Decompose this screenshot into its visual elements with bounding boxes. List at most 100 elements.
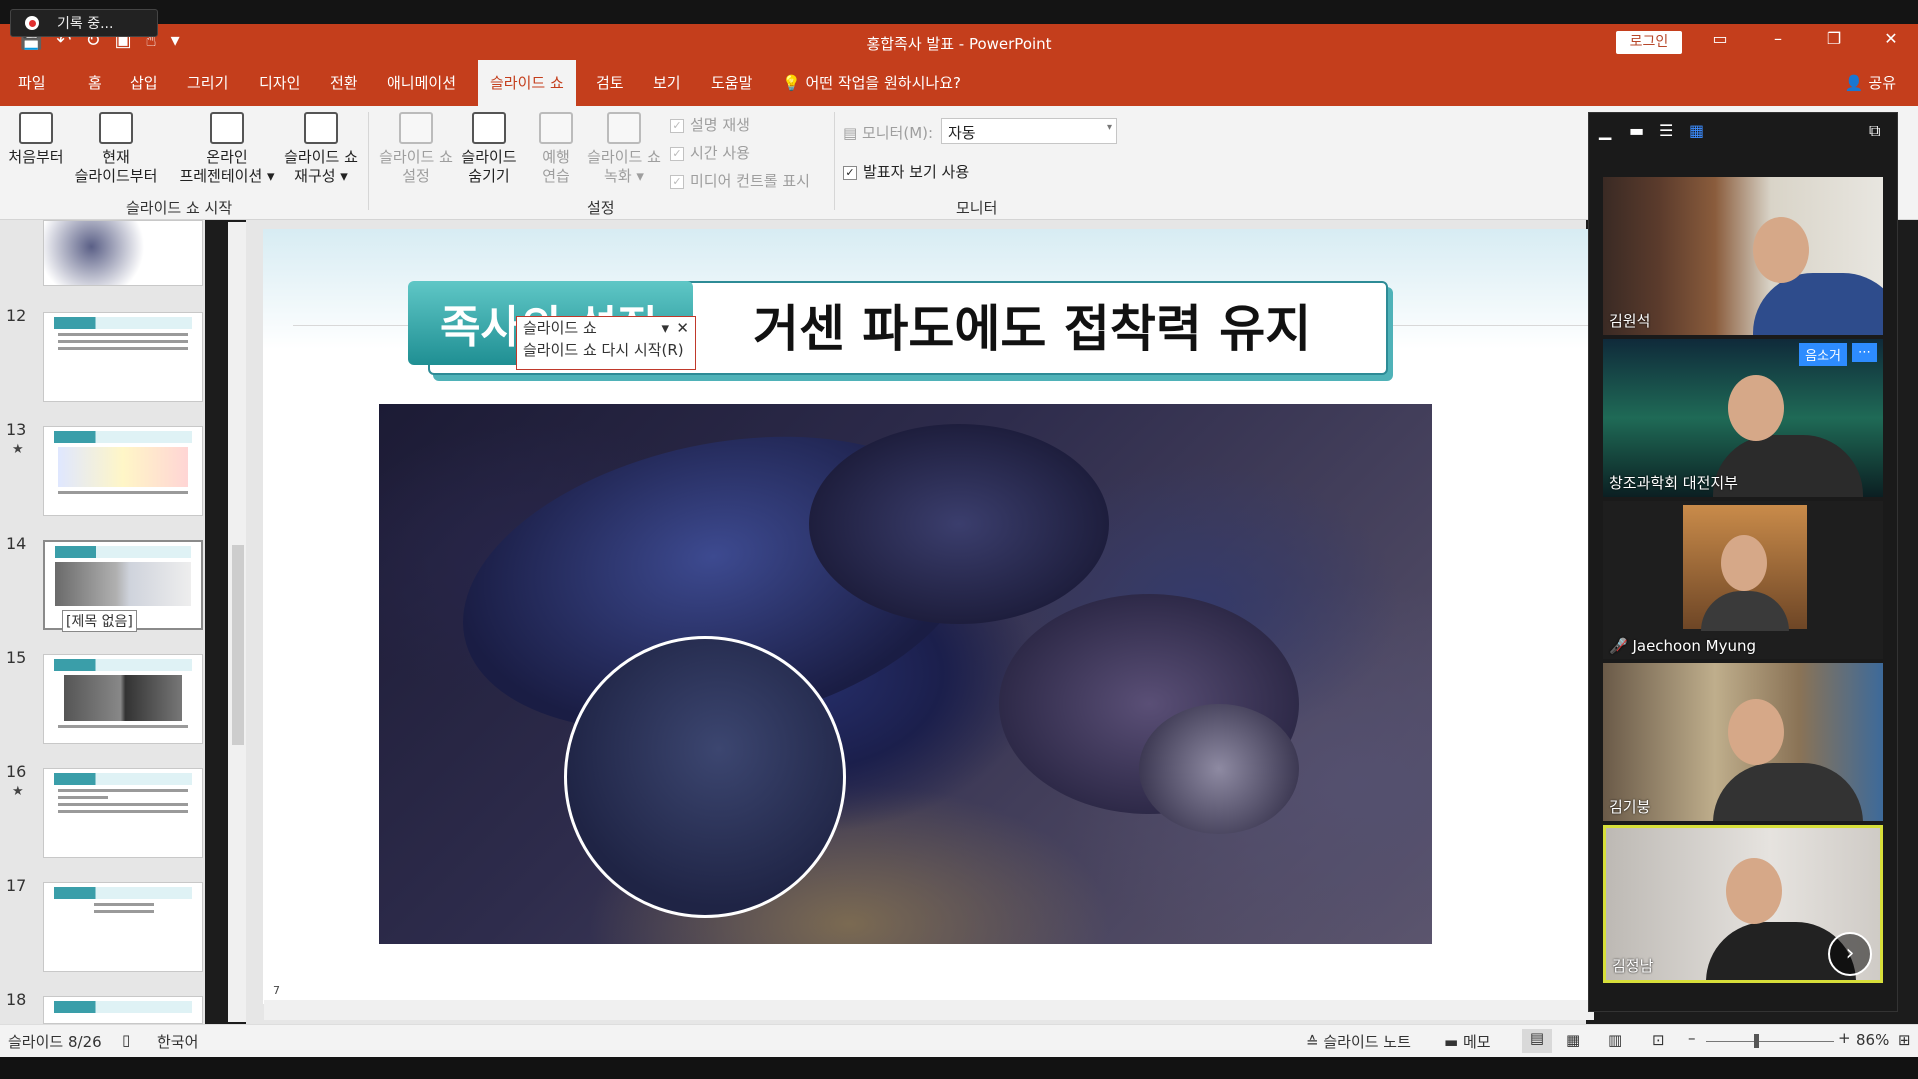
speaker-view-icon[interactable]: ▬ [1629, 121, 1644, 140]
from-current-button[interactable]: 현재 슬라이드부터 [68, 112, 164, 186]
slide-counter: 슬라이드 8/26 [8, 1033, 102, 1051]
zoom-slider-thumb[interactable] [1754, 1034, 1759, 1048]
next-page-icon[interactable]: › [1828, 932, 1872, 976]
comment-icon: ▬ [1444, 1033, 1463, 1051]
tab-view[interactable]: 보기 [653, 60, 681, 106]
close-button[interactable]: ✕ [1871, 29, 1911, 48]
tab-transitions[interactable]: 전환 [330, 60, 358, 106]
strip-view-icon[interactable]: ☰ [1659, 121, 1673, 140]
zoom-slider[interactable] [1706, 1041, 1834, 1042]
slide-play-icon [99, 112, 133, 144]
participant-tile-active-speaker[interactable]: 김정남 › [1603, 825, 1883, 983]
comments-button[interactable]: ▬ 메모 [1444, 1031, 1491, 1052]
tab-help[interactable]: 도움말 [711, 60, 752, 106]
slideshow-view-icon[interactable]: ⊡ [1652, 1031, 1665, 1049]
person-head [1728, 375, 1784, 441]
thumbnail-16[interactable] [43, 768, 203, 858]
online-present-button[interactable]: 온라인 프레젠테이션 ▾ [172, 112, 282, 186]
notes-button[interactable]: ≙ 슬라이드 노트 [1306, 1031, 1411, 1052]
tab-slideshow[interactable]: 슬라이드 쇼 [478, 60, 576, 106]
person-body [1753, 273, 1883, 335]
setup-icon [399, 112, 433, 144]
chevron-down-icon: ▾ [1106, 122, 1112, 133]
participant-tile[interactable]: 🎤̸ Jaechoon Myung [1603, 501, 1883, 659]
tab-file[interactable]: 파일 [18, 60, 46, 106]
participant-tile[interactable]: 김원석 [1603, 177, 1883, 335]
mute-badge[interactable]: 음소거 [1799, 343, 1847, 366]
reading-view-icon[interactable]: ▥ [1608, 1031, 1622, 1049]
slide-number: 14 [6, 534, 27, 553]
presenter-view-check[interactable]: ✓ 발표자 보기 사용 [843, 161, 969, 182]
participant-name: 김기붕 [1609, 798, 1651, 816]
thumbnail-17[interactable] [43, 882, 203, 972]
monitor-select[interactable]: 자동 ▾ [941, 118, 1117, 144]
hide-slide-button[interactable]: 슬라이드 숨기기 [456, 112, 522, 186]
tab-animations[interactable]: 애니메이션 [387, 60, 456, 106]
dropdown-icon[interactable]: ▾ [661, 317, 669, 339]
use-timings-check[interactable]: ✓ 시간 사용 [670, 142, 750, 163]
participant-name: 🎤̸ Jaechoon Myung [1609, 637, 1756, 655]
participant-name: 김원석 [1609, 312, 1651, 330]
close-icon[interactable]: ✕ [676, 317, 689, 339]
ribbon-display-icon[interactable]: ▭ [1700, 29, 1740, 48]
media-controls-check[interactable]: ✓ 미디어 컨트롤 표시 [670, 170, 810, 191]
hide-slide-icon [472, 112, 506, 144]
thumbnail-18[interactable] [43, 996, 203, 1024]
thumbnail-13[interactable] [43, 426, 203, 516]
monitor-label: ▤ 모니터(M): [843, 122, 933, 143]
record-show-button[interactable]: 슬라이드 쇼 녹화 ▾ [580, 112, 668, 186]
tab-home[interactable]: 홈 [88, 60, 102, 106]
zoom-level[interactable]: 86% [1856, 1031, 1889, 1049]
slide-title[interactable]: 거센 파도에도 접착력 유지 [753, 289, 1311, 361]
fit-slide-icon[interactable]: ⊞ [1898, 1031, 1911, 1049]
spellcheck-icon[interactable]: ▯ [122, 1031, 130, 1049]
person-icon: 👤 [1844, 74, 1864, 92]
restart-slideshow-item[interactable]: 슬라이드 쇼 다시 시작(R) [517, 339, 695, 361]
mussel-photo[interactable] [379, 404, 1432, 944]
thumbnail-11[interactable] [43, 220, 203, 286]
tab-draw[interactable]: 그리기 [187, 60, 228, 106]
record-icon [25, 16, 39, 30]
tab-review[interactable]: 검토 [596, 60, 624, 106]
more-options-icon[interactable]: ⋯ [1852, 343, 1877, 362]
from-beginning-button[interactable]: 처음부터 [4, 112, 68, 167]
custom-show-button[interactable]: 슬라이드 쇼 재구성 ▾ [278, 112, 364, 186]
exit-fullscreen-icon[interactable]: ⧉ [1869, 121, 1880, 141]
normal-view-icon[interactable]: ▤ [1522, 1029, 1552, 1053]
tell-me-box[interactable]: 💡 어떤 작업을 원하시나요? [782, 60, 961, 106]
title-bar: 💾 ↶ ↻ ▣ ☝ ▾ 홍합족사 발표 - PowerPoint 로그인 ▭ –… [0, 24, 1918, 60]
participant-tile[interactable]: 김기붕 [1603, 663, 1883, 821]
tab-design[interactable]: 디자인 [259, 60, 300, 106]
zoom-out-icon[interactable]: – [1688, 1029, 1696, 1047]
group-separator [834, 112, 835, 210]
setup-show-button[interactable]: 슬라이드 쇼 설정 [372, 112, 460, 186]
lightbulb-icon: 💡 [782, 74, 801, 92]
share-label: 공유 [1868, 74, 1896, 92]
sorter-view-icon[interactable]: ▦ [1566, 1031, 1580, 1049]
comments-label: 메모 [1462, 1033, 1491, 1051]
login-button[interactable]: 로그인 [1616, 31, 1682, 54]
zoom-in-icon[interactable]: + [1838, 1029, 1851, 1047]
group-start-label: 슬라이드 쇼 시작 [126, 199, 233, 217]
language-label[interactable]: 한국어 [157, 1031, 198, 1052]
horizontal-scrollbar[interactable] [264, 1000, 1594, 1020]
group-setup-label: 설정 [587, 199, 615, 217]
monitor-label-text: 모니터(M): [861, 124, 934, 142]
participant-tile[interactable]: 음소거 ⋯ 창조과학회 대전지부 [1603, 339, 1883, 497]
share-button[interactable]: 👤 공유 [1845, 60, 1896, 106]
gallery-view-icon[interactable]: ▦ [1689, 121, 1704, 140]
rehearse-button[interactable]: 예행 연습 [526, 112, 586, 186]
minimize-button[interactable]: – [1758, 29, 1798, 48]
tab-insert[interactable]: 삽입 [130, 60, 158, 106]
restore-button[interactable]: ❐ [1814, 29, 1854, 48]
slide-canvas[interactable]: 족사의 설질 거센 파도에도 접착력 유지 7 [263, 229, 1593, 1004]
thumbnail-15[interactable] [43, 654, 203, 744]
minimize-video-icon[interactable]: ▁ [1599, 121, 1611, 140]
person-head [1753, 217, 1809, 283]
scrollbar-thumb[interactable] [232, 545, 244, 745]
tell-me-label: 어떤 작업을 원하시나요? [805, 74, 961, 92]
thumbnail-12[interactable] [43, 312, 203, 402]
recording-indicator[interactable]: 기록 중... [10, 9, 158, 37]
play-narrations-check[interactable]: ✓ 설명 재생 [670, 114, 750, 135]
muted-mic-icon: 🎤̸ [1609, 637, 1633, 655]
